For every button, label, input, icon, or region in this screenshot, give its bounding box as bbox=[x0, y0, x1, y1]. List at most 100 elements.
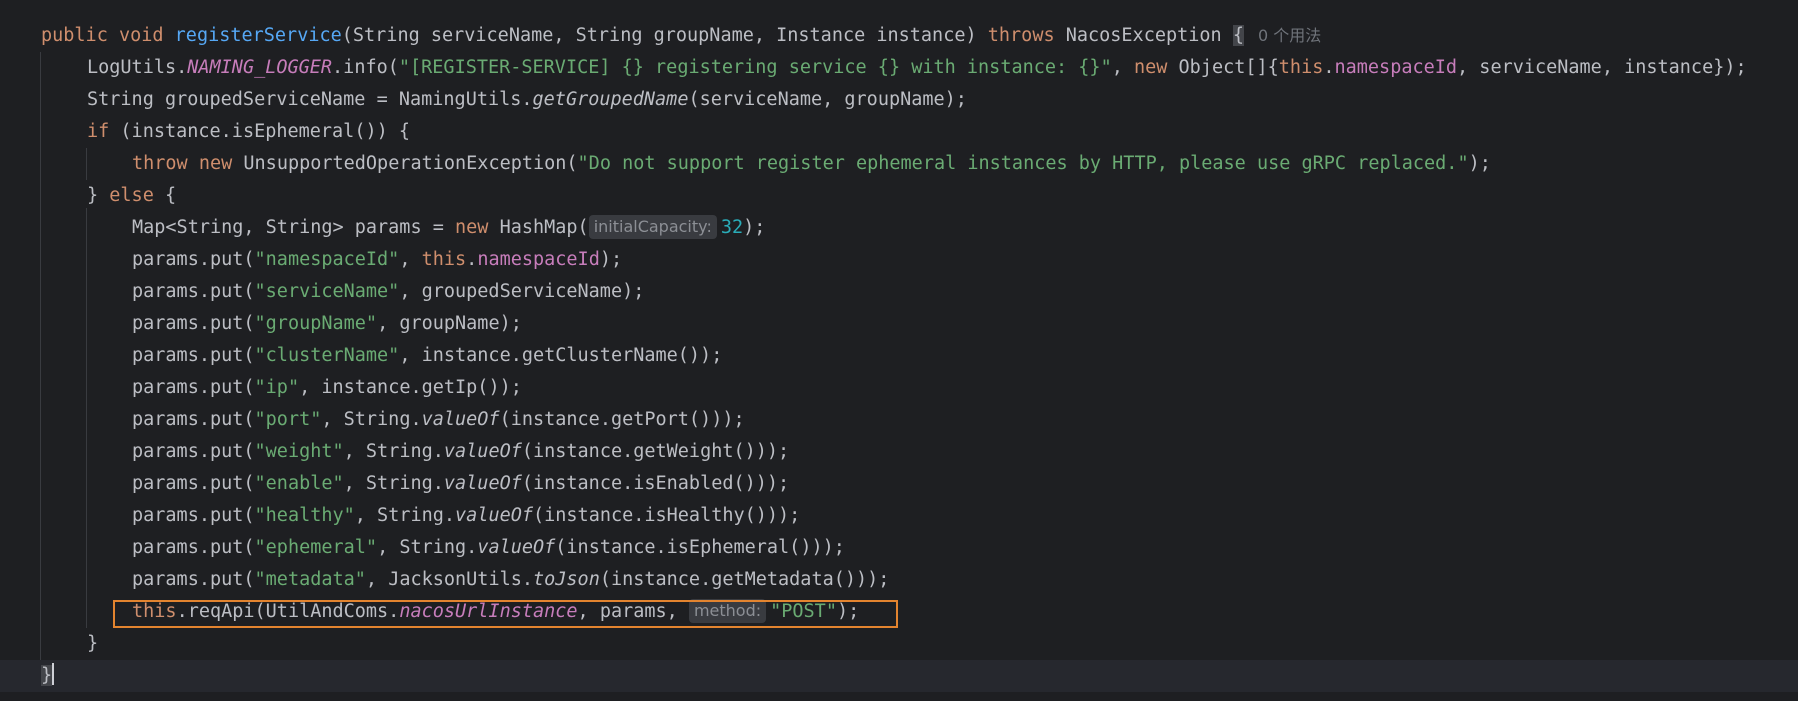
static-method: valueOf bbox=[477, 537, 556, 558]
string-literal: "healthy" bbox=[254, 505, 355, 526]
text-caret bbox=[52, 663, 55, 685]
code-line-8[interactable]: params.put("namespaceId", this.namespace… bbox=[0, 244, 1798, 276]
code-text: ); bbox=[836, 601, 860, 622]
keyword-else: else bbox=[109, 185, 154, 206]
static-field: NAMING_LOGGER bbox=[187, 57, 333, 78]
keyword-this: this bbox=[421, 249, 467, 270]
param-hint: initialCapacity: bbox=[588, 215, 717, 239]
code-text: (serviceName, groupName); bbox=[688, 89, 967, 110]
param-hint: method: bbox=[688, 599, 767, 623]
open-brace: { bbox=[1232, 25, 1244, 46]
code-line-3[interactable]: String groupedServiceName = NamingUtils.… bbox=[0, 84, 1798, 116]
keyword-if: if bbox=[87, 121, 110, 142]
close-brace: } bbox=[87, 185, 99, 206]
string-literal: "weight" bbox=[254, 441, 344, 462]
method-call: .info( bbox=[332, 57, 399, 78]
keyword-this: this bbox=[1278, 57, 1324, 78]
code-line-1[interactable]: public void registerService(String servi… bbox=[0, 20, 1798, 52]
exception-type: NacosException bbox=[1065, 25, 1222, 46]
static-method: getGroupedName bbox=[532, 89, 689, 110]
keyword-throws: throws bbox=[987, 25, 1055, 46]
open-brace: { bbox=[164, 185, 177, 206]
code-text: , String. bbox=[377, 537, 478, 558]
code-line-16[interactable]: params.put("healthy", String.valueOf(ins… bbox=[0, 500, 1798, 532]
code-line-13[interactable]: params.put("port", String.valueOf(instan… bbox=[0, 404, 1798, 436]
code-text: params.put( bbox=[132, 505, 255, 526]
keyword-this: this bbox=[132, 601, 177, 622]
code-editor[interactable]: public void registerService(String servi… bbox=[0, 0, 1798, 701]
code-line-4[interactable]: if (instance.isEphemeral()) { bbox=[0, 116, 1798, 148]
keyword-new: new bbox=[455, 217, 489, 238]
keyword-new: new bbox=[198, 153, 233, 174]
exception-ctor: UnsupportedOperationException( bbox=[243, 153, 578, 174]
code-line-9[interactable]: params.put("serviceName", groupedService… bbox=[0, 276, 1798, 308]
code-line-7[interactable]: Map<String, String> params = new HashMap… bbox=[0, 212, 1798, 244]
code-text: params.put( bbox=[132, 377, 255, 398]
code-text: (instance.isEphemeral()) { bbox=[120, 121, 411, 142]
string-literal: "enable" bbox=[254, 473, 344, 494]
string-literal: "Do not support register ephemeral insta… bbox=[577, 153, 1469, 174]
number-literal: 32 bbox=[720, 217, 744, 238]
code-text: , groupedServiceName); bbox=[399, 281, 645, 302]
code-line-19[interactable]: this.reqApi(UtilAndComs.nacosUrlInstance… bbox=[0, 596, 1798, 628]
array-init: Object[]{ bbox=[1178, 57, 1279, 78]
code-line-20[interactable]: } bbox=[0, 628, 1798, 660]
code-text: params.put( bbox=[132, 569, 255, 590]
code-text: , instance.getClusterName()); bbox=[399, 345, 723, 366]
code-text: , String. bbox=[321, 409, 422, 430]
code-text: (instance.isEphemeral())); bbox=[555, 537, 845, 558]
keyword-public: public bbox=[41, 25, 108, 46]
close-brace: } bbox=[87, 633, 99, 654]
class-ctor: HashMap( bbox=[499, 217, 589, 238]
field-ref: namespaceId bbox=[1334, 57, 1458, 78]
code-text: params.put( bbox=[132, 409, 255, 430]
dot: . bbox=[466, 249, 478, 270]
code-text: (instance.isHealthy())); bbox=[533, 505, 801, 526]
code-line-21[interactable]: } bbox=[0, 660, 1798, 692]
code-text: , String. bbox=[354, 505, 456, 526]
code-text: (instance.getMetadata())); bbox=[599, 569, 890, 590]
static-method: valueOf bbox=[421, 409, 500, 430]
string-literal: "ip" bbox=[254, 377, 300, 398]
string-literal: "groupName" bbox=[254, 313, 378, 334]
code-text: params.put( bbox=[132, 537, 255, 558]
code-line-12[interactable]: params.put("ip", instance.getIp()); bbox=[0, 372, 1798, 404]
code-text: ); bbox=[743, 217, 766, 238]
code-line-17[interactable]: params.put("ephemeral", String.valueOf(i… bbox=[0, 532, 1798, 564]
code-line-18[interactable]: params.put("metadata", JacksonUtils.toJs… bbox=[0, 564, 1798, 596]
string-literal: "POST" bbox=[770, 601, 837, 622]
code-text: params.put( bbox=[132, 473, 255, 494]
dot: . bbox=[1323, 57, 1335, 78]
code-text: params.put( bbox=[132, 249, 255, 270]
code-text: , groupName); bbox=[377, 313, 522, 334]
code-line-11[interactable]: params.put("clusterName", instance.getCl… bbox=[0, 340, 1798, 372]
code-text: ); bbox=[1468, 153, 1491, 174]
code-text: (instance.getPort())); bbox=[499, 409, 745, 430]
code-line-5[interactable]: throw new UnsupportedOperationException(… bbox=[0, 148, 1798, 180]
string-literal: "metadata" bbox=[254, 569, 366, 590]
code-text: , String. bbox=[343, 441, 444, 462]
static-method: valueOf bbox=[443, 441, 522, 462]
field-ref: namespaceId bbox=[477, 249, 600, 270]
code-line-2[interactable]: LogUtils.NAMING_LOGGER.info("[REGISTER-S… bbox=[0, 52, 1798, 84]
code-line-14[interactable]: params.put("weight", String.valueOf(inst… bbox=[0, 436, 1798, 468]
method-params: (String serviceName, String groupName, I… bbox=[341, 25, 977, 46]
static-method: valueOf bbox=[443, 473, 522, 494]
code-text: , instance.getIp()); bbox=[299, 377, 522, 398]
usages-hint[interactable]: 0 个用法 bbox=[1258, 26, 1321, 45]
code-text: params.put( bbox=[132, 441, 255, 462]
class-ref: LogUtils. bbox=[87, 57, 188, 78]
code-text: ); bbox=[599, 249, 623, 270]
keyword-void: void bbox=[118, 25, 164, 46]
code-text: , String. bbox=[343, 473, 444, 494]
string-literal: "ephemeral" bbox=[254, 537, 378, 558]
code-line-15[interactable]: params.put("enable", String.valueOf(inst… bbox=[0, 468, 1798, 500]
string-literal: "clusterName" bbox=[254, 345, 400, 366]
close-brace: } bbox=[41, 665, 53, 686]
static-method: valueOf bbox=[455, 505, 533, 526]
code-text: (instance.isEnabled())); bbox=[521, 473, 790, 494]
code-line-6[interactable]: } else { bbox=[0, 180, 1798, 212]
code-rest: , serviceName, instance}); bbox=[1457, 57, 1747, 78]
code-line-10[interactable]: params.put("groupName", groupName); bbox=[0, 308, 1798, 340]
code-text: params.put( bbox=[132, 281, 255, 302]
